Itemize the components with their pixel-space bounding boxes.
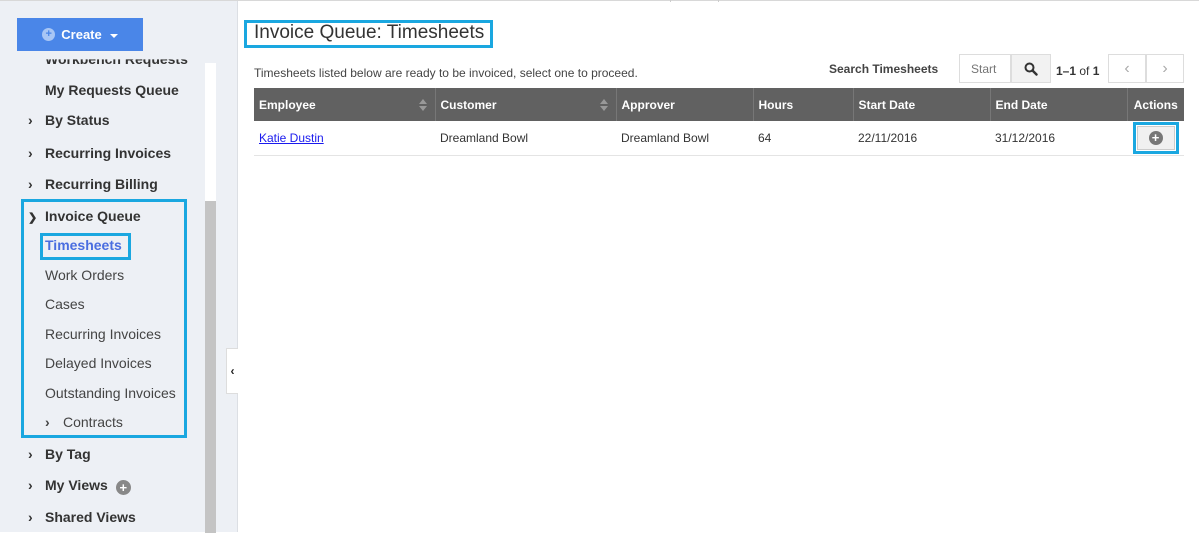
top-separator xyxy=(670,0,671,2)
sidebar-item-label: My Requests Queue xyxy=(45,82,179,98)
sidebar-subitem-work-orders[interactable]: Work Orders xyxy=(45,267,124,283)
column-label: Approver xyxy=(621,97,675,112)
action-highlight: + xyxy=(1132,121,1179,154)
sort-icon[interactable] xyxy=(599,99,608,111)
cell-hours: 64 xyxy=(753,121,853,156)
column-label: End Date xyxy=(995,97,1048,112)
sidebar-item-label: Contracts xyxy=(63,414,123,430)
sidebar-item-by-status[interactable]: › By Status xyxy=(28,112,110,128)
pager-info: 1–1 of 1 xyxy=(1056,64,1099,78)
sidebar-subitem-outstanding-invoices[interactable]: Outstanding Invoices xyxy=(45,385,176,401)
collapse-sidebar-button[interactable]: ‹ xyxy=(226,348,238,394)
next-page-button[interactable]: › xyxy=(1146,54,1184,83)
sidebar-item-my-requests-queue[interactable]: My Requests Queue xyxy=(45,82,179,98)
caret-down-icon xyxy=(109,33,118,38)
search-label: Search Timesheets xyxy=(829,62,939,76)
search-button[interactable] xyxy=(1011,54,1051,83)
search-input[interactable] xyxy=(959,54,1011,83)
sidebar-item-my-views[interactable]: › My Views + xyxy=(28,477,131,495)
timesheets-table: Employee Customer Approver Hours Start D… xyxy=(254,88,1184,156)
sidebar-subitem-recurring-invoices[interactable]: Recurring Invoices xyxy=(45,326,161,342)
sidebar-item-shared-views[interactable]: › Shared Views xyxy=(28,509,136,525)
sidebar-subitem-timesheets[interactable]: Timesheets xyxy=(45,237,122,253)
column-header-approver: Approver xyxy=(616,88,754,121)
chevron-right-icon: › xyxy=(28,446,33,462)
column-label: Actions xyxy=(1133,97,1178,112)
chevron-right-icon: › xyxy=(28,509,33,525)
employee-link[interactable]: Katie Dustin xyxy=(259,131,324,145)
cell-employee: Katie Dustin xyxy=(254,121,435,156)
sidebar-item-recurring-billing[interactable]: › Recurring Billing xyxy=(28,176,158,192)
sidebar-item-recurring-invoices[interactable]: › Recurring Invoices xyxy=(28,145,171,161)
cell-end-date: 31/12/2016 xyxy=(990,121,1127,156)
page-title: Invoice Queue: Timesheets xyxy=(254,22,485,43)
cell-approver: Dreamland Bowl xyxy=(616,121,753,156)
chevron-down-icon: ❯ xyxy=(28,212,38,224)
chevron-right-icon: › xyxy=(45,414,50,430)
pager-range: 1–1 xyxy=(1056,64,1077,78)
sidebar-item-invoice-queue[interactable]: ❯ Invoice Queue xyxy=(28,208,141,224)
column-header-hours: Hours xyxy=(753,88,854,121)
column-header-customer[interactable]: Customer xyxy=(435,88,617,121)
table-row: Katie Dustin Dreamland Bowl Dreamland Bo… xyxy=(254,121,1184,156)
column-header-actions: Actions xyxy=(1127,88,1184,121)
create-invoice-button[interactable]: + xyxy=(1136,125,1175,150)
sidebar-item-label: Invoice Queue xyxy=(45,208,141,224)
sidebar-item-by-tag[interactable]: › By Tag xyxy=(28,446,91,462)
sidebar: + Create Workbench Requests My Requests … xyxy=(0,1,238,533)
chevron-left-icon: ‹ xyxy=(230,364,235,378)
cell-actions: + xyxy=(1127,121,1184,156)
cell-start-date: 22/11/2016 xyxy=(853,121,990,156)
column-label: Start Date xyxy=(858,97,916,112)
top-separator xyxy=(718,0,719,2)
create-label: Create xyxy=(61,27,102,42)
sidebar-nav: Workbench Requests My Requests Queue › By… xyxy=(0,51,205,533)
sort-icon[interactable] xyxy=(418,99,427,111)
column-label: Customer xyxy=(440,97,497,112)
chevron-right-icon: › xyxy=(28,176,33,192)
column-header-end-date: End Date xyxy=(990,88,1128,121)
pager-total: 1 xyxy=(1092,64,1100,78)
sidebar-subitem-delayed-invoices[interactable]: Delayed Invoices xyxy=(45,355,152,371)
sidebar-item-label: By Status xyxy=(45,112,110,128)
column-header-start-date: Start Date xyxy=(853,88,991,121)
plus-circle-icon: + xyxy=(42,28,56,41)
chevron-right-icon: › xyxy=(28,145,33,161)
sidebar-subitem-cases[interactable]: Cases xyxy=(45,296,85,312)
table-header-row: Employee Customer Approver Hours Start D… xyxy=(254,88,1184,121)
chevron-left-icon: ‹ xyxy=(1124,59,1130,77)
sidebar-item-label: Recurring Billing xyxy=(45,176,158,192)
add-view-icon[interactable]: + xyxy=(115,480,131,495)
sidebar-item-label: My Views xyxy=(45,477,108,493)
plus-circle-icon: + xyxy=(1148,130,1163,145)
column-header-employee[interactable]: Employee xyxy=(254,88,436,121)
cell-customer: Dreamland Bowl xyxy=(435,121,616,156)
create-button[interactable]: + Create xyxy=(17,18,143,51)
previous-page-button[interactable]: ‹ xyxy=(1108,54,1146,83)
chevron-right-icon: › xyxy=(28,477,33,493)
column-label: Employee xyxy=(259,97,316,112)
sidebar-item-workbench-requests[interactable]: Workbench Requests xyxy=(45,59,188,67)
search-icon xyxy=(1024,62,1038,76)
chevron-right-icon: › xyxy=(1162,59,1168,77)
sidebar-subitem-contracts[interactable]: › Contracts xyxy=(45,414,123,430)
sidebar-item-label: Shared Views xyxy=(45,509,136,525)
sidebar-item-label: Recurring Invoices xyxy=(45,145,172,161)
page-description: Timesheets listed below are ready to be … xyxy=(254,66,638,80)
sidebar-scrollbar-thumb[interactable] xyxy=(205,201,216,533)
chevron-right-icon: › xyxy=(28,112,33,128)
pager-of: of xyxy=(1079,64,1090,78)
column-label: Hours xyxy=(758,97,794,112)
sidebar-item-label: By Tag xyxy=(45,446,91,462)
